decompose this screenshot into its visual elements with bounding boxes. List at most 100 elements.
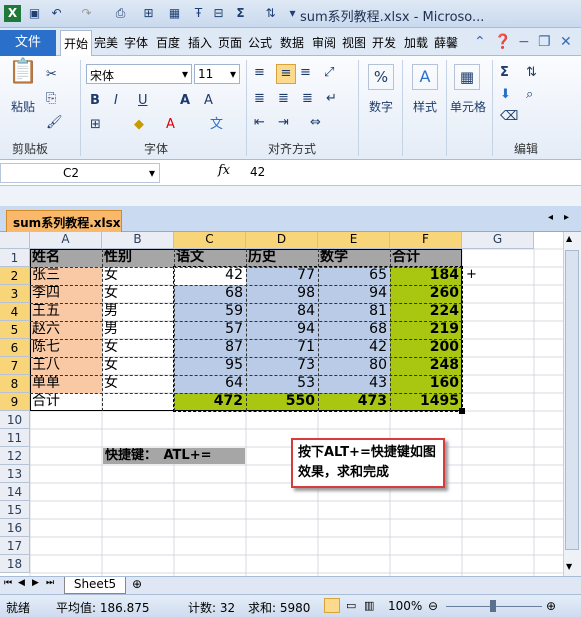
customize-qat-icon[interactable]: ▾ [284,5,301,22]
orientation-icon[interactable]: ⤢ [324,64,334,82]
table-header-cell[interactable]: 数学 [318,249,390,267]
prev-sheet-icon[interactable]: ◀ [18,578,25,588]
table-cell[interactable]: 王五 [30,303,102,321]
copy-icon[interactable]: ⎘ [46,90,56,108]
align-center-icon[interactable]: ≣ [278,90,289,108]
find-select-icon[interactable]: ⌕ [526,86,533,104]
paste-icon[interactable]: 📋 [8,59,38,83]
row-header-11[interactable]: 11 [0,429,30,447]
table-cell[interactable]: 王八 [30,357,102,375]
zoom-slider-thumb[interactable] [490,600,496,612]
border-icon[interactable]: ⊟ [210,5,227,22]
row-header-12[interactable]: 12 [0,447,30,465]
column-header-b[interactable]: B [102,232,174,249]
tab-view[interactable]: 视图 [342,34,366,51]
row-header-6[interactable]: 6 [0,339,30,357]
sort-filter-icon[interactable]: ⇅ [526,64,537,82]
tab-wanmei[interactable]: 完美 [94,34,118,51]
zoom-in-icon[interactable]: ⊕ [546,599,556,613]
zoom-out-icon[interactable]: ⊖ [428,599,438,613]
help-icon[interactable]: ❓ [494,34,511,50]
sum-quick-icon[interactable]: Σ [232,5,249,22]
text-format-icon[interactable]: Ŧ [190,5,207,22]
decrease-indent-icon[interactable]: ⇤ [254,114,265,132]
total-cell[interactable] [102,393,174,411]
table-header-cell[interactable]: 姓名 [30,249,102,267]
sheet-tab[interactable]: Sheet5 [64,577,126,594]
row-header-8[interactable]: 8 [0,375,30,393]
scrollbar-thumb[interactable] [565,250,579,550]
select-all-corner[interactable] [0,232,30,249]
table-header-cell[interactable]: 性别 [102,249,174,267]
tab-review[interactable]: 审阅 [312,34,336,51]
normal-view-icon[interactable] [324,598,340,613]
table-cell[interactable]: 女 [102,285,174,303]
page-break-icon[interactable]: ▥ [364,599,374,612]
row-header-7[interactable]: 7 [0,357,30,375]
row-header-3[interactable]: 3 [0,285,30,303]
phonetic-icon[interactable]: 文 [210,116,223,134]
percent-icon[interactable]: % [368,64,394,90]
table-header-cell[interactable]: 历史 [246,249,318,267]
minimize-icon[interactable]: − [518,34,530,50]
align-bottom-icon[interactable]: ≡ [300,64,311,82]
tab-insert[interactable]: 插入 [188,34,212,51]
tab-xuexin[interactable]: 薛馨 [434,34,458,51]
font-color-icon[interactable]: A [166,116,175,134]
tab-developer[interactable]: 开发 [372,34,396,51]
grow-font-icon[interactable]: A [180,92,190,110]
table-header-cell[interactable]: 合计 [390,249,462,267]
column-header-c[interactable]: C [174,232,246,249]
scrollbar-down-icon[interactable]: ▼ [566,562,572,571]
calculator-icon[interactable]: ▦ [166,5,183,22]
sort-icon[interactable]: ⇅ [262,5,279,22]
row-header-4[interactable]: 4 [0,303,30,321]
merge-cells-icon[interactable]: ⇔ [310,114,321,132]
bold-icon[interactable]: B [90,92,100,110]
tab-font[interactable]: 字体 [124,34,148,51]
total-cell[interactable]: 合计 [30,393,102,411]
font-name-select[interactable]: 宋体 ▾ [86,64,192,84]
table-cell[interactable]: 男 [102,303,174,321]
table-header-cell[interactable]: 语文 [174,249,246,267]
paste-button[interactable]: 粘贴 [6,98,40,116]
next-sheet-icon[interactable]: ▶ [32,578,39,588]
table-cell[interactable]: 赵六 [30,321,102,339]
align-right-icon[interactable]: ≣ [302,90,313,108]
table-cell[interactable]: 张三 [30,267,102,285]
insert-sheet-icon[interactable]: ⊕ [132,577,142,591]
insert-function-icon[interactable]: fx [218,163,230,178]
tab-baidu[interactable]: 百度 [156,34,180,51]
row-header-18[interactable]: 18 [0,555,30,573]
table-cell[interactable]: 女 [102,357,174,375]
column-header-d[interactable]: D [246,232,318,249]
row-header-13[interactable]: 13 [0,465,30,483]
row-header-10[interactable]: 10 [0,411,30,429]
underline-icon[interactable]: U [138,92,148,110]
row-header-2[interactable]: 2 [0,267,30,285]
undo-icon[interactable]: ↶ [48,5,65,22]
workbook-tab[interactable]: sum系列教程.xlsx [6,210,122,232]
table-cell[interactable]: 女 [102,375,174,393]
scrollbar-up-icon[interactable]: ▲ [566,234,572,243]
last-sheet-icon[interactable]: ⏭ [46,578,54,588]
row-header-16[interactable]: 16 [0,519,30,537]
table-cell[interactable]: 女 [102,339,174,357]
close-icon[interactable]: ✕ [560,34,572,50]
table-cell[interactable]: 陈七 [30,339,102,357]
redo-icon[interactable]: ↷ [78,5,95,22]
name-box[interactable]: C2 ▾ [0,163,160,183]
chevron-left-icon[interactable]: ◂ [548,212,553,223]
cells-icon[interactable]: ▦ [454,64,480,90]
fill-handle[interactable] [459,408,465,414]
tab-file[interactable]: 文件 [0,30,56,56]
spreadsheet-grid[interactable]: A B C D E F G 1 2 3 4 5 6 7 8 9 10 11 12 13 14 15 16 17 18 姓名 性别 语文… [0,232,581,576]
column-header-a[interactable]: A [30,232,102,249]
save-icon[interactable]: ▣ [26,5,43,22]
first-sheet-icon[interactable]: ⏮ [4,578,12,588]
row-header-17[interactable]: 17 [0,537,30,555]
tab-page[interactable]: 页面 [218,34,242,51]
row-header-15[interactable]: 15 [0,501,30,519]
print-preview-icon[interactable]: ⎙ [112,5,129,22]
layout-icon[interactable]: ⊞ [140,5,157,22]
